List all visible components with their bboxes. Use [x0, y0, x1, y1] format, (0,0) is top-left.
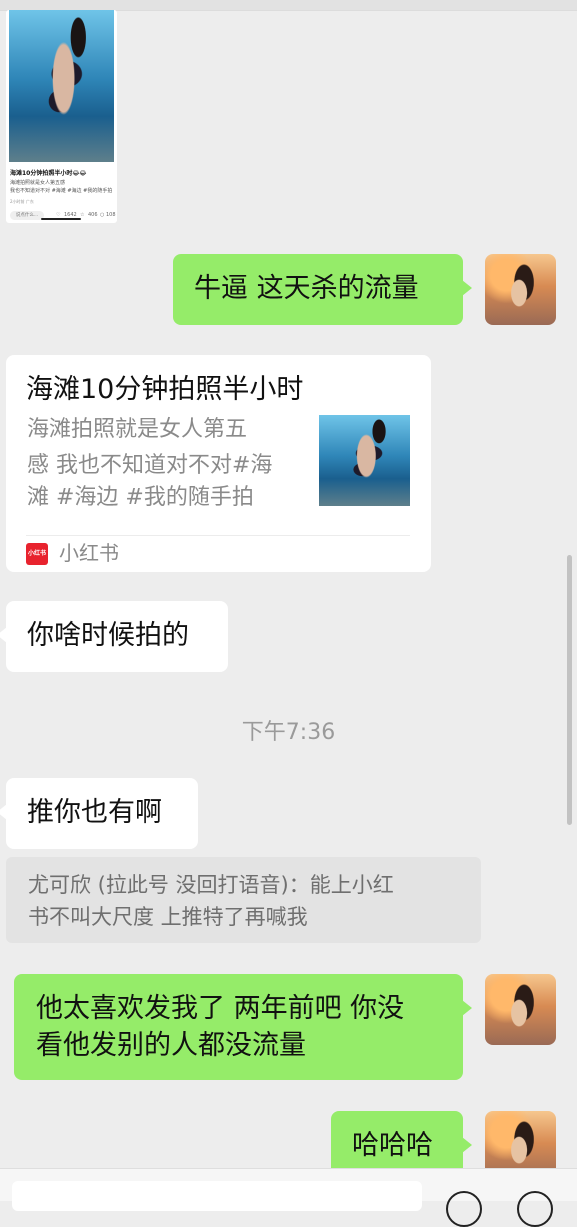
- star-icon: ☆: [80, 212, 85, 218]
- message-text-line2: 看他发别的人都没流量: [36, 1030, 306, 1061]
- xiaohongshu-icon: 小红书: [26, 543, 48, 565]
- avatar-self[interactable]: [485, 254, 556, 325]
- shared-post-image-message[interactable]: 海滩10分钟拍照半小时😂😂 海滩拍照就是女人第五感 我也不知道对不对 #海滩 #…: [6, 10, 117, 223]
- post-desc-line2: 我也不知道对不对 #海滩 #海边 #我的随手拍: [10, 188, 113, 194]
- link-card-source: 小红书: [59, 541, 119, 565]
- link-card-title: 海滩10分钟拍照半小时: [26, 374, 304, 405]
- link-card-thumbnail: [319, 415, 410, 506]
- post-comment-pill: 说点什么...: [10, 211, 44, 220]
- message-input[interactable]: [12, 1181, 422, 1211]
- chat-input-bar: [0, 1168, 577, 1227]
- link-card-desc-line3: 滩 #海边 #我的随手拍: [27, 485, 254, 510]
- quote-line2: 书不叫大尺度 上推特了再喊我: [28, 905, 308, 929]
- quoted-message[interactable]: 尤可欣 (拉此号 没回打语音)：能上小红 书不叫大尺度 上推特了再喊我: [6, 857, 481, 943]
- post-comments: 108: [106, 212, 116, 218]
- link-card-desc-line2: 感 我也不知道对不对#海: [27, 453, 273, 478]
- message-text-line1: 他太喜欢发我了 两年前吧 你没: [36, 993, 405, 1024]
- message-bubble-sent[interactable]: 牛逼 这天杀的流量: [173, 254, 472, 325]
- message-text: 哈哈哈: [352, 1130, 433, 1161]
- post-desc-line1: 海滩拍照就是女人第五感: [10, 180, 66, 186]
- message-bubble-received[interactable]: 你啥时候拍的: [0, 601, 228, 672]
- avatar-self[interactable]: [485, 974, 556, 1045]
- post-title: 海滩10分钟拍照半小时😂😂: [10, 170, 87, 177]
- message-text: 你啥时候拍的: [27, 620, 189, 651]
- scrollbar[interactable]: [567, 555, 572, 825]
- more-button[interactable]: [517, 1191, 553, 1227]
- link-card-desc-line1: 海滩拍照就是女人第五: [27, 417, 248, 442]
- message-bubble-sent[interactable]: 他太喜欢发我了 两年前吧 你没 看他发别的人都没流量: [14, 974, 472, 1080]
- quote-line1: 尤可欣 (拉此号 没回打语音)：能上小红: [28, 873, 394, 897]
- emoji-button[interactable]: [446, 1191, 482, 1227]
- link-card-divider: [26, 535, 410, 536]
- message-bubble-received[interactable]: 推你也有啊: [0, 778, 198, 849]
- chat-timestamp: 下午7:36: [241, 720, 336, 745]
- message-text: 推你也有啊: [27, 797, 162, 828]
- comment-icon: ○: [100, 212, 105, 218]
- post-meta: 2小时前 广东: [10, 199, 34, 204]
- link-card-message[interactable]: 海滩10分钟拍照半小时 海滩拍照就是女人第五 感 我也不知道对不对#海 滩 #海…: [6, 355, 431, 572]
- home-indicator: [41, 218, 81, 220]
- message-text: 牛逼 这天杀的流量: [194, 273, 419, 304]
- post-photo: [9, 10, 114, 162]
- post-favorites: 406: [88, 212, 98, 218]
